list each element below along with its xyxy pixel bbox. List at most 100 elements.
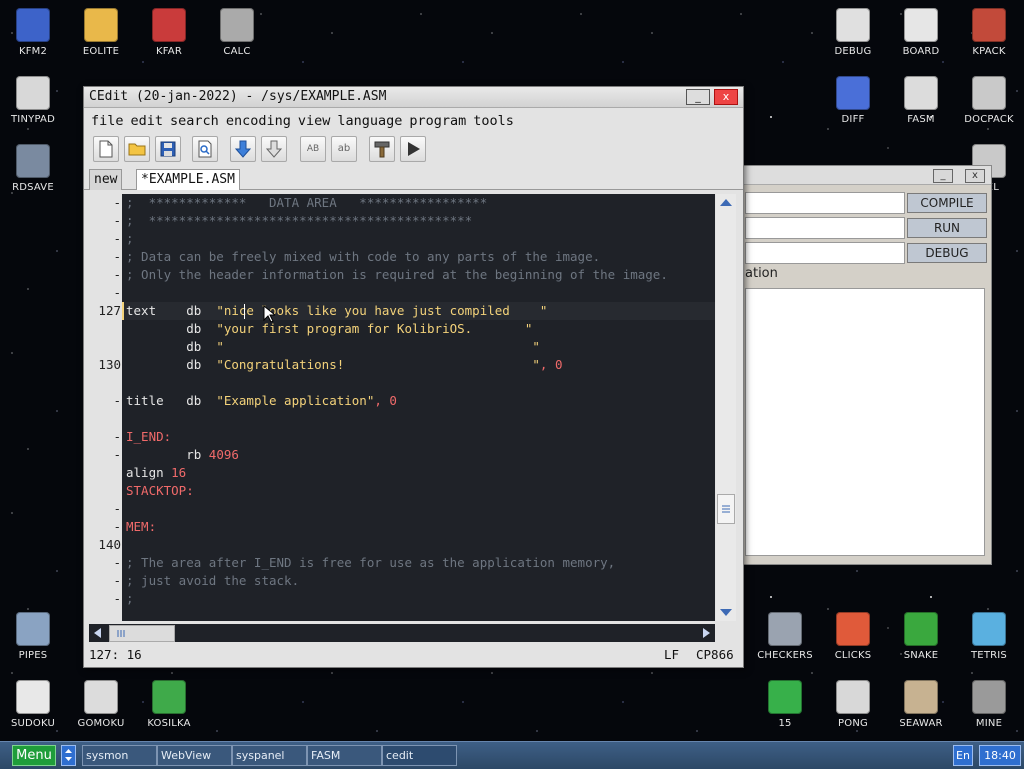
desktop-icon-kpack[interactable]: KPACK	[957, 8, 1021, 57]
code-token: ; **************************************…	[126, 213, 473, 228]
debug-button[interactable]: DEBUG	[907, 243, 987, 263]
desktop-icon-snake[interactable]: SNAKE	[889, 612, 953, 661]
new-file-button[interactable]	[93, 136, 119, 162]
search-down-next-button[interactable]	[261, 136, 287, 162]
find-button[interactable]	[192, 136, 218, 162]
grip-icon	[117, 630, 125, 637]
open-button[interactable]	[124, 136, 150, 162]
desktop-icon-calc[interactable]: CALC	[205, 8, 269, 57]
save-button[interactable]	[155, 136, 181, 162]
desktop-icon-label: SEAWAR	[899, 718, 943, 729]
desktop-icon-debug[interactable]: DEBUG	[821, 8, 885, 57]
fasm-input-file[interactable]	[745, 192, 905, 214]
horizontal-scrollbar-thumb[interactable]	[109, 625, 175, 642]
desktop-icon-label: KOSILKA	[147, 718, 191, 729]
vertical-scrollbar[interactable]	[716, 194, 736, 621]
line-number: -	[113, 393, 121, 408]
scroll-down-icon[interactable]	[716, 603, 736, 621]
desktop-icon-label: PIPES	[18, 650, 48, 661]
cedit-titlebar[interactable]: CEdit (20-jan-2022) - /sys/EXAMPLE.ASM _…	[84, 87, 743, 108]
menu-encoding[interactable]: encoding	[226, 113, 291, 129]
desktop-icon-mine[interactable]: MINE	[957, 680, 1021, 729]
scroll-up-icon[interactable]	[716, 194, 736, 212]
code-line: rb 4096	[126, 447, 239, 462]
horizontal-scrollbar[interactable]	[89, 624, 715, 642]
desktop-icon-label: KFAR	[156, 46, 182, 57]
desktop-icon-clicks[interactable]: CLICKS	[821, 612, 885, 661]
desktop-icon-label: KFM2	[18, 46, 48, 57]
hammer-icon	[374, 141, 390, 158]
desktop-icon-tetris[interactable]: TETRIS	[957, 612, 1021, 661]
uppercase-button[interactable]: AB	[300, 136, 326, 162]
desktop-icon-pipes[interactable]: PIPES	[1, 612, 65, 661]
line-number: -	[113, 519, 121, 534]
code-token: align	[126, 465, 172, 480]
mouse-cursor-icon	[263, 305, 275, 323]
fasm-titlebar[interactable]: _ x	[743, 166, 991, 185]
desktop-icon-kfm2[interactable]: KFM2	[1, 8, 65, 57]
scrollbar-thumb[interactable]	[717, 494, 735, 524]
fasm-input-output[interactable]	[745, 217, 905, 239]
task-fasm[interactable]: FASM	[307, 745, 382, 766]
cedit-window[interactable]: CEdit (20-jan-2022) - /sys/EXAMPLE.ASM _…	[83, 86, 744, 668]
minimize-button[interactable]: _	[686, 89, 710, 105]
run-program-button[interactable]	[400, 136, 426, 162]
line-number: 130	[98, 357, 121, 372]
floppy-icon	[16, 8, 50, 42]
fasm-output-area	[745, 288, 985, 556]
desktop-icon-docpack[interactable]: DOCPACK	[957, 76, 1021, 125]
task-syspanel[interactable]: syspanel	[232, 745, 307, 766]
task-cedit[interactable]: cedit	[382, 745, 457, 766]
task-sysmon[interactable]: sysmon	[82, 745, 157, 766]
fasm-window[interactable]: _ x COMPILE RUN DEBUG ation	[742, 165, 992, 565]
menu-view[interactable]: view	[298, 113, 331, 129]
line-number: -	[113, 447, 121, 462]
menu-edit[interactable]: edit	[131, 113, 164, 129]
tab-new[interactable]: new	[89, 169, 123, 190]
menu-file[interactable]: file	[91, 113, 124, 129]
run-button[interactable]: RUN	[907, 218, 987, 238]
desktop-icon-sudoku[interactable]: SUDOKU	[1, 680, 65, 729]
clock[interactable]: 18:40	[979, 745, 1021, 766]
code-line: title db "Example application", 0	[126, 393, 397, 408]
desktop-icon-diff[interactable]: DIFF	[821, 76, 885, 125]
desktop-icon-label: FASM	[907, 114, 935, 125]
menu-program[interactable]: program	[409, 113, 466, 129]
fasm-minimize-button[interactable]: _	[933, 169, 953, 183]
desktop-icon-seawar[interactable]: SEAWAR	[889, 680, 953, 729]
taskbar-switch-button[interactable]	[61, 745, 76, 766]
menu-tools[interactable]: tools	[473, 113, 514, 129]
fasm-close-button[interactable]: x	[965, 169, 985, 183]
close-button[interactable]: x	[714, 89, 738, 105]
code-token: title db	[126, 393, 217, 408]
fasm-input-path[interactable]	[745, 242, 905, 264]
line-number: -	[113, 591, 121, 606]
scroll-right-icon[interactable]	[697, 624, 715, 642]
desktop-icon-eolite[interactable]: EOLITE	[69, 8, 133, 57]
cursor-position: 127: 16	[89, 647, 142, 662]
menu-language[interactable]: language	[337, 113, 402, 129]
desktop-icon-board[interactable]: BOARD	[889, 8, 953, 57]
code-line: db "your first program for KolibriOS. "	[126, 321, 532, 336]
code-editor-area[interactable]: ; ************* DATA AREA **************…	[122, 194, 715, 621]
scroll-left-icon[interactable]	[89, 624, 107, 642]
desktop-icon-tinypad[interactable]: TINYPAD	[1, 76, 65, 125]
build-button[interactable]	[369, 136, 395, 162]
desktop-icon-pong[interactable]: PONG	[821, 680, 885, 729]
desktop-icon-checkers[interactable]: CHECKERS	[753, 612, 817, 661]
desktop-icon-fasm[interactable]: FASM	[889, 76, 953, 125]
search-down-button[interactable]	[230, 136, 256, 162]
desktop-icon-kfar[interactable]: KFAR	[137, 8, 201, 57]
menu-button[interactable]: Menu	[12, 745, 56, 766]
fasm-label: ation	[745, 266, 778, 281]
menu-search[interactable]: search	[170, 113, 219, 129]
language-indicator[interactable]: En	[953, 745, 973, 766]
desktop-icon-15[interactable]: 15	[753, 680, 817, 729]
desktop-icon-rdsave[interactable]: RDSAVE	[1, 144, 65, 193]
desktop-icon-gomoku[interactable]: GOMOKU	[69, 680, 133, 729]
tab-example-asm[interactable]: *EXAMPLE.ASM	[136, 169, 240, 190]
task-webview[interactable]: WebView	[157, 745, 232, 766]
lowercase-button[interactable]: ab	[331, 136, 357, 162]
desktop-icon-kosilka[interactable]: KOSILKA	[137, 680, 201, 729]
compile-button[interactable]: COMPILE	[907, 193, 987, 213]
